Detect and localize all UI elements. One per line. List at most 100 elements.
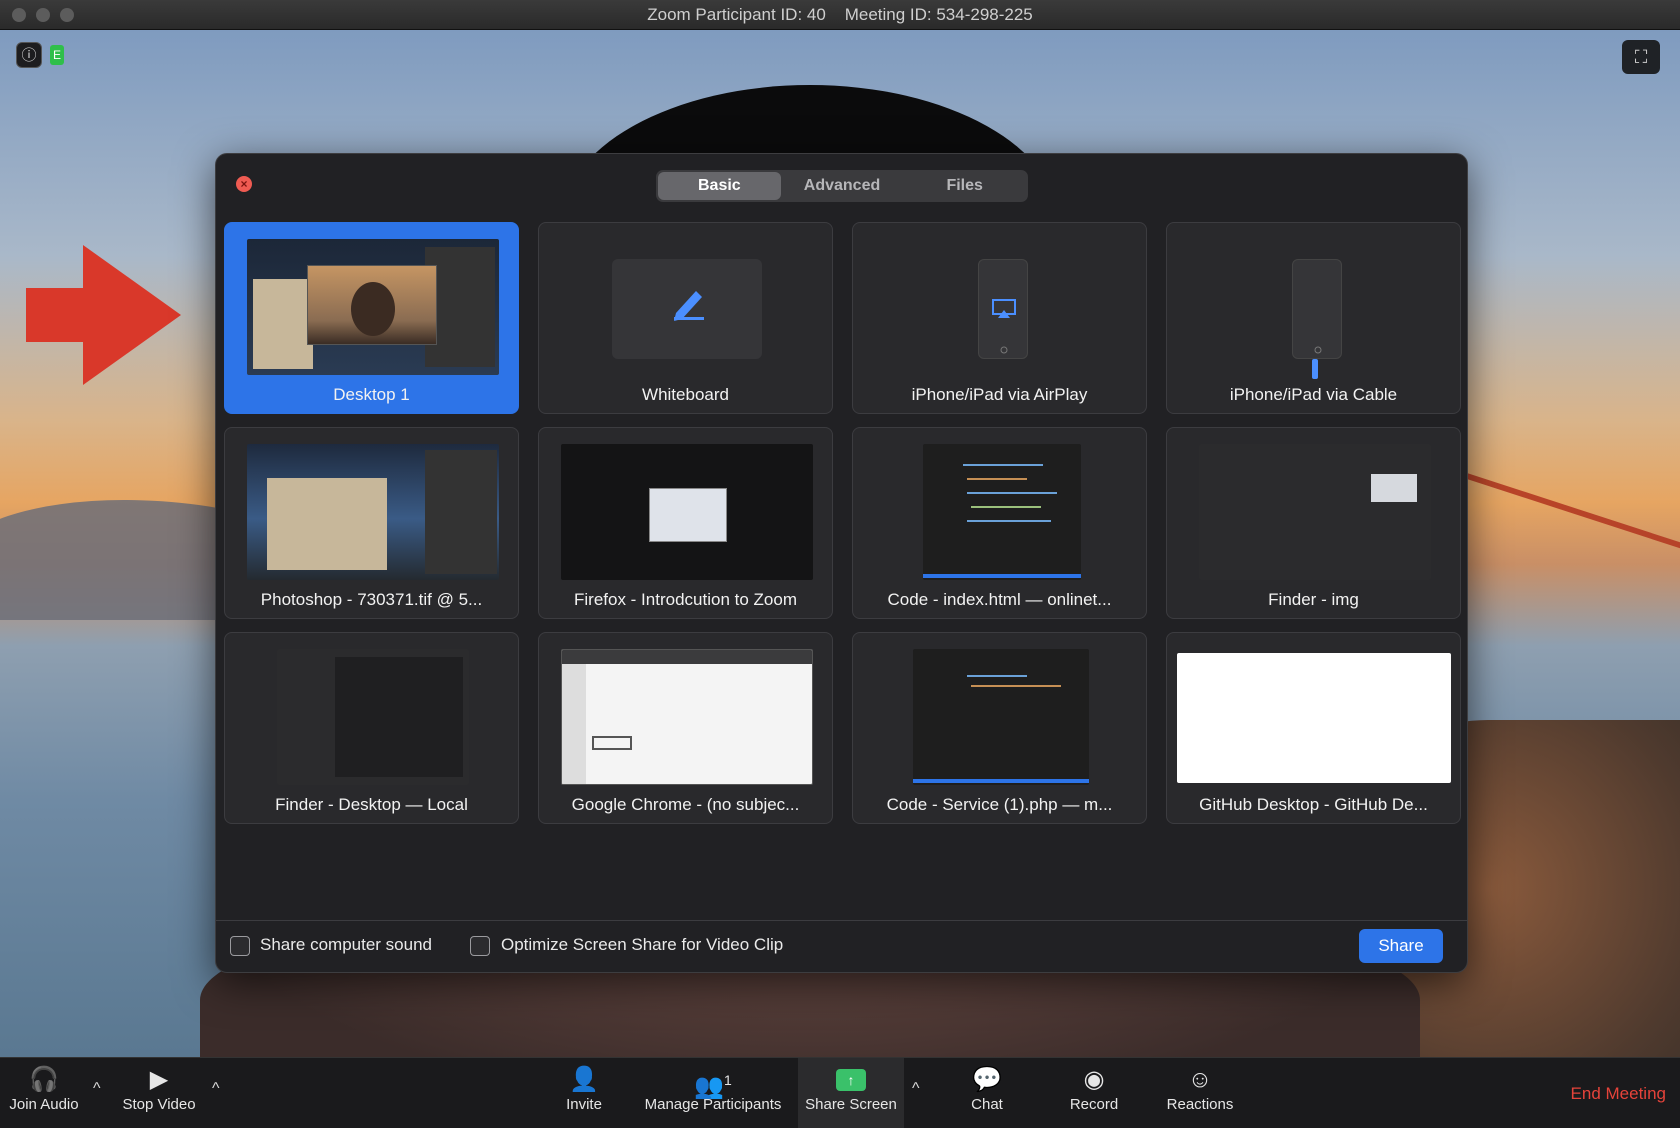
share-tile-chrome[interactable]: Google Chrome - (no subjec... bbox=[538, 632, 833, 824]
thumb-code-line bbox=[967, 675, 1027, 677]
invite-button[interactable]: 👤 Invite bbox=[556, 1064, 612, 1113]
share-tile-finder-img[interactable]: Finder - img bbox=[1166, 427, 1461, 619]
reactions-button[interactable]: ☺ Reactions bbox=[1160, 1064, 1240, 1113]
window-minimize-button[interactable] bbox=[36, 8, 50, 22]
manage-participants-label: Manage Participants bbox=[644, 1096, 782, 1113]
add-person-icon: 👤 bbox=[569, 1066, 599, 1093]
share-sound-checkbox[interactable] bbox=[230, 936, 250, 956]
stop-video-button[interactable]: ▶ Stop Video bbox=[118, 1064, 200, 1113]
thumb-code-line bbox=[971, 685, 1061, 687]
audio-options-caret[interactable]: ^ bbox=[93, 1080, 101, 1098]
encryption-icon[interactable]: E bbox=[50, 45, 64, 65]
tile-label: Photoshop - 730371.tif @ 5... bbox=[260, 590, 483, 609]
share-screen-dialog: × Basic Advanced Files Desktop 1 Whitebo… bbox=[215, 153, 1468, 973]
optimize-video-checkbox[interactable] bbox=[470, 936, 490, 956]
thumb-code-line bbox=[963, 464, 1043, 466]
meeting-toolbar: 🎧 Join Audio ^ ▶ Stop Video ^ 👤 Invite 👥… bbox=[0, 1057, 1680, 1128]
tile-label: Desktop 1 bbox=[333, 385, 410, 404]
video-camera-icon: ▶ bbox=[149, 1066, 169, 1093]
share-tile-finder-desktop[interactable]: Finder - Desktop — Local bbox=[224, 632, 519, 824]
finder-thumbnail bbox=[277, 649, 469, 785]
record-icon: ◉ bbox=[1083, 1066, 1105, 1093]
dialog-footer: Share computer sound Optimize Screen Sha… bbox=[216, 920, 1467, 972]
share-tile-firefox[interactable]: Firefox - Introdcution to Zoom bbox=[538, 427, 833, 619]
thumb-code-line bbox=[967, 478, 1027, 480]
headphones-icon: 🎧 bbox=[29, 1066, 59, 1093]
thumb-tabbar bbox=[562, 650, 812, 664]
record-label: Record bbox=[1069, 1096, 1119, 1113]
share-tile-photoshop[interactable]: Photoshop - 730371.tif @ 5... bbox=[224, 427, 519, 619]
window-title: Zoom Participant ID: 40 Meeting ID: 534-… bbox=[647, 5, 1033, 24]
red-arrow-icon bbox=[26, 245, 181, 385]
share-tile-airplay[interactable]: iPhone/iPad via AirPlay bbox=[852, 222, 1147, 414]
end-meeting-button[interactable]: End Meeting bbox=[1571, 1084, 1666, 1104]
cable-icon bbox=[1312, 359, 1318, 379]
firefox-thumbnail bbox=[561, 444, 813, 580]
share-tile-whiteboard[interactable]: Whiteboard bbox=[538, 222, 833, 414]
phone-thumbnail bbox=[978, 259, 1028, 359]
thumb-status-bar bbox=[913, 779, 1089, 783]
info-icon[interactable]: ⓘ bbox=[16, 42, 42, 68]
thumb-face bbox=[351, 282, 395, 336]
share-tile-cable[interactable]: iPhone/iPad via Cable bbox=[1166, 222, 1461, 414]
code-thumbnail bbox=[923, 444, 1081, 580]
join-audio-label: Join Audio bbox=[9, 1096, 79, 1113]
window-zoom-button[interactable] bbox=[60, 8, 74, 22]
thumb-building bbox=[267, 478, 387, 570]
invite-label: Invite bbox=[566, 1096, 602, 1113]
video-options-caret[interactable]: ^ bbox=[212, 1080, 220, 1098]
window-titlebar: Zoom Participant ID: 40 Meeting ID: 534-… bbox=[0, 0, 1680, 30]
tile-label: Code - index.html — onlinet... bbox=[887, 590, 1112, 609]
reactions-label: Reactions bbox=[1166, 1096, 1234, 1113]
thumb-button bbox=[592, 736, 632, 750]
thumb-status-bar bbox=[923, 574, 1081, 578]
tile-label: Firefox - Introdcution to Zoom bbox=[574, 590, 797, 609]
window-close-button[interactable] bbox=[12, 8, 26, 22]
fullscreen-icon[interactable]: ⛶ bbox=[1622, 40, 1660, 74]
whiteboard-thumbnail bbox=[612, 259, 762, 359]
share-tile-code-index[interactable]: Code - index.html — onlinet... bbox=[852, 427, 1147, 619]
chat-label: Chat bbox=[971, 1096, 1003, 1113]
share-button[interactable]: Share bbox=[1359, 929, 1443, 963]
share-tile-github-desktop[interactable]: GitHub Desktop - GitHub De... bbox=[1166, 632, 1461, 824]
share-screen-button[interactable]: ↑ Share Screen bbox=[800, 1064, 902, 1113]
tile-label: Whiteboard bbox=[642, 385, 729, 404]
chat-bubble-icon: 💬 bbox=[972, 1066, 1002, 1093]
share-tile-desktop-1[interactable]: Desktop 1 bbox=[224, 222, 519, 414]
chrome-thumbnail bbox=[561, 649, 813, 785]
share-tile-code-service[interactable]: Code - Service (1).php — m... bbox=[852, 632, 1147, 824]
thumb-panel bbox=[425, 450, 497, 574]
github-thumbnail bbox=[1177, 653, 1451, 783]
smiley-icon: ☺ bbox=[1187, 1066, 1213, 1093]
pencil-icon bbox=[674, 291, 704, 321]
tile-label: iPhone/iPad via AirPlay bbox=[911, 385, 1088, 404]
airplay-icon bbox=[992, 299, 1016, 354]
code-thumbnail bbox=[913, 649, 1089, 785]
dialog-close-button[interactable]: × bbox=[236, 176, 252, 192]
manage-participants-button[interactable]: 👥1 Manage Participants bbox=[640, 1064, 786, 1113]
tile-label: GitHub Desktop - GitHub De... bbox=[1199, 795, 1428, 814]
participants-icon: 👥1 bbox=[694, 1072, 732, 1100]
tile-label: Finder - img bbox=[1268, 590, 1359, 609]
share-source-grid: Desktop 1 Whiteboard iPhone/iPad via Air… bbox=[224, 222, 1462, 824]
tab-files[interactable]: Files bbox=[903, 172, 1026, 200]
record-button[interactable]: ◉ Record bbox=[1064, 1064, 1124, 1113]
stop-video-label: Stop Video bbox=[122, 1096, 196, 1113]
tab-basic[interactable]: Basic bbox=[658, 172, 781, 200]
share-screen-label: Share Screen bbox=[805, 1096, 897, 1113]
thumb-browser-window bbox=[649, 488, 727, 542]
tile-label: Finder - Desktop — Local bbox=[275, 795, 468, 814]
tile-label: iPhone/iPad via Cable bbox=[1229, 385, 1398, 404]
share-options-caret[interactable]: ^ bbox=[912, 1080, 920, 1098]
share-sound-label: Share computer sound bbox=[260, 935, 432, 954]
chat-button[interactable]: 💬 Chat bbox=[962, 1064, 1012, 1113]
join-audio-button[interactable]: 🎧 Join Audio bbox=[6, 1064, 82, 1113]
thumb-sidebar bbox=[562, 664, 586, 784]
thumb-preview bbox=[1371, 474, 1417, 502]
finder-thumbnail bbox=[1199, 444, 1431, 580]
tile-label: Google Chrome - (no subjec... bbox=[571, 795, 800, 814]
share-screen-icon: ↑ bbox=[836, 1069, 866, 1091]
tab-advanced[interactable]: Advanced bbox=[781, 172, 904, 200]
thumb-file-list bbox=[335, 657, 463, 777]
thumb-building bbox=[253, 279, 313, 369]
